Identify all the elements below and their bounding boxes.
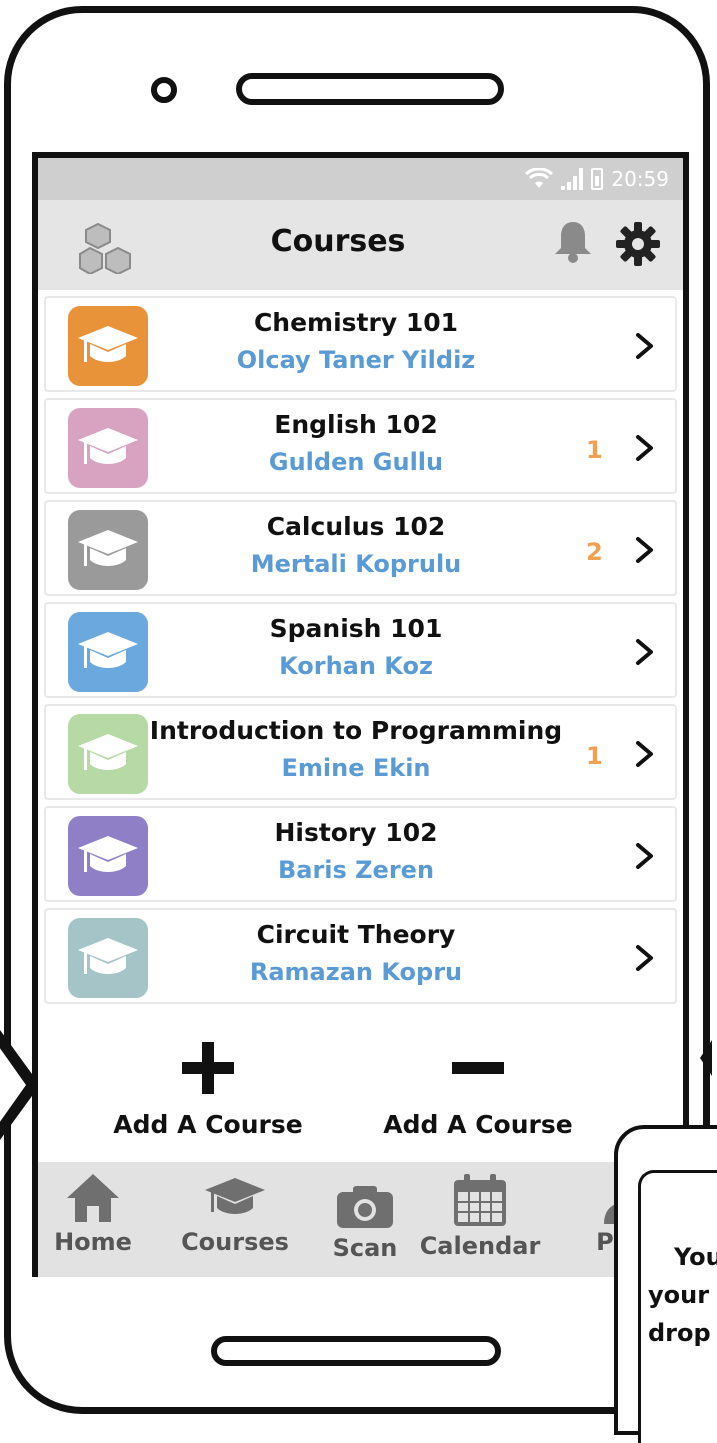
course-icon-tile — [68, 510, 148, 590]
course-icon-tile — [68, 408, 148, 488]
course-title: Calculus 102 — [266, 512, 446, 541]
tab-home-label: Home — [54, 1228, 132, 1256]
course-item-6[interactable]: History 102 Baris Zeren — [44, 806, 677, 902]
remove-course-button[interactable]: Add A Course — [368, 1038, 588, 1139]
course-item-5[interactable]: Introduction to Programming Emine Ekin 1 — [44, 704, 677, 800]
course-item-3[interactable]: Calculus 102 Mertali Koprulu 2 — [44, 500, 677, 596]
side-button-right — [700, 1040, 712, 1076]
course-teacher: Baris Zeren — [277, 856, 435, 884]
add-course-button[interactable]: Add A Course — [98, 1038, 318, 1139]
graduation-cap-icon — [78, 632, 138, 668]
tab-scan-label: Scan — [332, 1234, 398, 1262]
minus-icon — [452, 1062, 504, 1074]
course-teacher: Olcay Taner Yildiz — [236, 346, 476, 374]
graduation-cap-icon — [78, 428, 138, 464]
bottom-tab-bar: Home Courses Scan Calendar — [38, 1162, 683, 1277]
battery-icon — [591, 168, 604, 190]
course-teacher: Korhan Koz — [279, 652, 433, 680]
course-icon-tile — [68, 306, 148, 386]
course-item-7[interactable]: Circuit Theory Ramazan Kopru — [44, 908, 677, 1004]
camera-lens — [151, 77, 177, 103]
chevron-right-icon — [636, 435, 653, 461]
page-title: Courses — [270, 224, 406, 259]
app-screen: 20:59 Courses Chemistry 101 Olcay Taner … — [32, 152, 689, 1277]
chevron-right-icon — [636, 333, 653, 359]
remove-course-label: Add A Course — [383, 1110, 573, 1139]
course-title: Spanish 101 — [269, 614, 443, 643]
tab-calendar-label: Calendar — [419, 1232, 541, 1260]
chevron-right-icon — [636, 741, 653, 767]
chevron-right-icon — [636, 639, 653, 665]
course-item-4[interactable]: Spanish 101 Korhan Koz — [44, 602, 677, 698]
tab-courses[interactable]: Courses — [170, 1172, 300, 1256]
course-icon-tile — [68, 612, 148, 692]
course-title: Circuit Theory — [256, 920, 456, 949]
course-item-1[interactable]: Chemistry 101 Olcay Taner Yildiz — [44, 296, 677, 392]
gear-icon[interactable] — [616, 222, 660, 266]
bell-icon[interactable] — [553, 220, 593, 264]
tab-home[interactable]: Home — [48, 1172, 138, 1256]
graduation-cap-icon — [78, 530, 138, 566]
tab-scan[interactable]: Scan — [320, 1182, 410, 1262]
tab-courses-label: Courses — [181, 1228, 289, 1256]
course-title: History 102 — [274, 818, 438, 847]
course-icon-tile — [68, 918, 148, 998]
tooltip-line-1: You — [674, 1243, 717, 1271]
notification-count-badge: 1 — [586, 436, 603, 464]
notification-count-badge: 2 — [586, 538, 603, 566]
speaker-grille — [236, 73, 504, 105]
tooltip-text: You your drop — [648, 1238, 717, 1352]
chevron-right-icon — [636, 537, 653, 563]
course-icon-tile — [68, 816, 148, 896]
course-title: Introduction to Programming — [149, 716, 563, 745]
tooltip-line-3: drop — [648, 1319, 711, 1347]
chevron-right-icon — [636, 945, 653, 971]
course-teacher: Emine Ekin — [281, 754, 431, 782]
course-title: Chemistry 101 — [253, 308, 459, 337]
course-item-2[interactable]: English 102 Gulden Gullu 1 — [44, 398, 677, 494]
chevron-right-icon — [636, 843, 653, 869]
course-title: English 102 — [274, 410, 438, 439]
signal-icon — [561, 168, 584, 190]
camera-icon — [337, 1186, 393, 1228]
add-course-label: Add A Course — [113, 1110, 303, 1139]
status-time: 20:59 — [611, 167, 669, 191]
notification-count-badge: 1 — [586, 742, 603, 770]
graduation-cap-icon — [78, 734, 138, 770]
home-icon — [67, 1174, 119, 1222]
course-teacher: Ramazan Kopru — [249, 958, 463, 986]
wifi-icon — [525, 168, 554, 188]
tooltip-line-2: your — [648, 1281, 710, 1309]
course-actions: Add A Course Add A Course — [38, 1038, 683, 1158]
course-teacher: Gulden Gullu — [268, 448, 444, 476]
course-list: Chemistry 101 Olcay Taner Yildiz English… — [44, 296, 677, 1010]
home-button[interactable] — [211, 1336, 501, 1366]
calendar-icon — [454, 1174, 506, 1226]
graduation-cap-icon — [205, 1178, 265, 1214]
graduation-cap-icon — [78, 326, 138, 362]
graduation-cap-icon — [78, 836, 138, 872]
course-teacher: Mertali Koprulu — [250, 550, 462, 578]
tab-calendar[interactable]: Calendar — [410, 1172, 550, 1260]
course-icon-tile — [68, 714, 148, 794]
plus-icon — [182, 1042, 234, 1094]
graduation-cap-icon — [78, 938, 138, 974]
app-header: Courses — [38, 200, 683, 290]
status-bar: 20:59 — [38, 158, 683, 200]
